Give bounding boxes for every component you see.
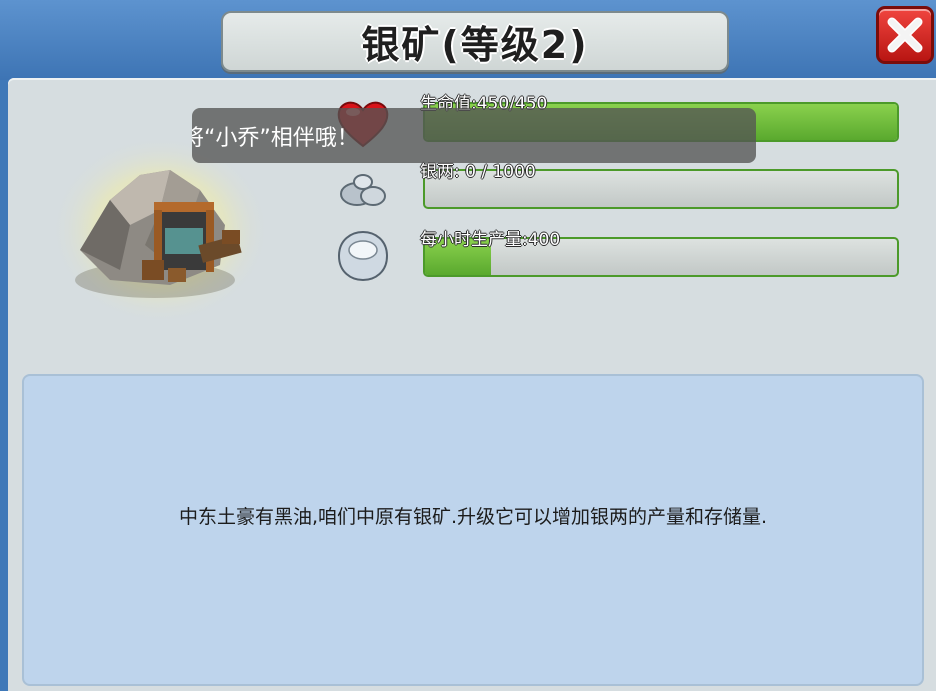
close-button[interactable] [876, 6, 934, 64]
description-box: 中东土豪有黑油,咱们中原有银矿.升级它可以增加银两的产量和存储量. [22, 374, 924, 686]
silver-ore-icon [340, 174, 386, 206]
toast-message: 将“小乔”相伴哦！ [192, 108, 756, 163]
silver-ingot-icon [337, 230, 389, 282]
toast-text: 将“小乔”相伴哦！ [192, 125, 359, 151]
dialog-title: 银矿(等级2) [361, 23, 589, 67]
production-rate-label: 每小时生产量:400 [420, 230, 561, 250]
description-text: 中东土豪有黑油,咱们中原有银矿.升级它可以增加银两的产量和存储量. [178, 505, 768, 528]
title-plate: 银矿(等级2) [221, 11, 729, 72]
close-x-icon [887, 17, 923, 53]
